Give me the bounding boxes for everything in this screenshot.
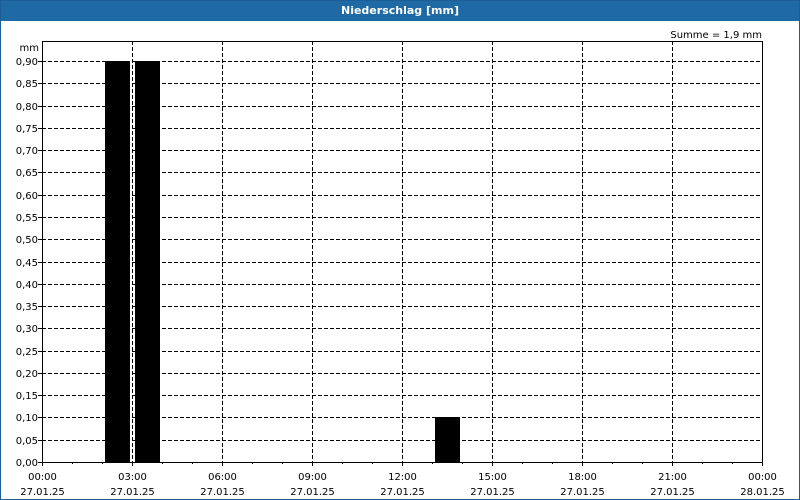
x-tick-date-label: 27.01.25 [290, 487, 335, 498]
x-tick-date-label: 27.01.25 [110, 487, 155, 498]
y-tick-labels: 0,00 0,05 0,10 0,15 0,20 0,25 0,30 0,35 0,40 0,45… [16, 57, 38, 469]
y-tick-label: 0,15 [16, 391, 38, 402]
x-tick-date-label: 27.01.25 [20, 487, 65, 498]
x-tick-date-label: 27.01.25 [650, 487, 695, 498]
y-tick-label: 0,25 [16, 347, 38, 358]
chart-window: Niederschlag [mm] mm Summe = 1,9 mm 0,00… [0, 0, 800, 500]
y-tick-label: 0,50 [16, 235, 38, 246]
y-tick-label: 0,00 [16, 458, 38, 469]
sum-label: Summe = 1,9 mm [670, 30, 762, 41]
x-tick-time-label: 18:00 [568, 472, 597, 483]
x-tick-time-label: 00:00 [28, 472, 57, 483]
y-tick-label: 0,55 [16, 213, 38, 224]
x-tick-date-label: 27.01.25 [380, 487, 425, 498]
y-tick-label: 0,80 [16, 102, 38, 113]
y-tick-label: 0,45 [16, 258, 38, 269]
y-tick-label: 0,75 [16, 124, 38, 135]
y-tick-label: 0,85 [16, 79, 38, 90]
y-tick-label: 0,35 [16, 302, 38, 313]
x-tick-time-label: 09:00 [298, 472, 327, 483]
precipitation-chart: mm Summe = 1,9 mm 0,000,050,100,150,200,… [16, 30, 785, 498]
x-tick-time-label: 15:00 [478, 472, 507, 483]
y-tick-label: 0,05 [16, 436, 38, 447]
x-tick-date-label: 27.01.25 [470, 487, 515, 498]
x-tick-time-label: 21:00 [658, 472, 687, 483]
y-axis-unit-label: mm [20, 43, 39, 54]
x-tick-time-label: 12:00 [388, 472, 417, 483]
x-tick-time-label: 03:00 [118, 472, 147, 483]
x-tick-date-label: 28.01.25 [740, 487, 785, 498]
y-tick-label: 0,60 [16, 191, 38, 202]
precipitation-bar [105, 61, 130, 462]
y-tick-label: 0,20 [16, 369, 38, 380]
bar-series [105, 61, 460, 462]
x-tick-date-label: 27.01.25 [560, 487, 605, 498]
y-tick-label: 0,40 [16, 280, 38, 291]
y-tick-label: 0,10 [16, 413, 38, 424]
y-tick-label: 0,90 [16, 57, 38, 68]
y-tick-label: 0,70 [16, 146, 38, 157]
y-tick-label: 0,30 [16, 324, 38, 335]
x-tick-time-label: 00:00 [748, 472, 777, 483]
x-tick-time-label: 06:00 [208, 472, 237, 483]
precipitation-bar [135, 61, 160, 462]
precipitation-bar [435, 417, 460, 462]
x-tick-date-label: 27.01.25 [200, 487, 245, 498]
x-tick-labels: 00:00 27.01.25 03:00 27.01.25 06:00 27.01.25 0… [20, 472, 785, 498]
y-tick-label: 0,65 [16, 168, 38, 179]
